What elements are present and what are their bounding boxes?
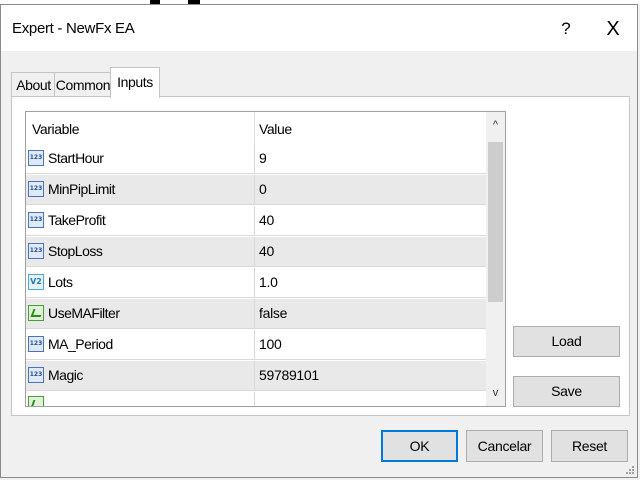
resize-grip-icon[interactable] [625,465,635,475]
close-button[interactable]: X [596,15,630,43]
table-row-partial[interactable] [26,392,486,406]
variable-name: Magic [48,367,83,383]
cell-divider [254,330,255,360]
scroll-up-button[interactable]: ^ [486,114,505,136]
variable-value[interactable]: false [259,305,287,321]
variable-value[interactable]: 9 [259,150,267,166]
int-icon: 123 [28,367,44,383]
scroll-thumb[interactable] [488,142,503,302]
cell-divider [254,206,255,236]
cell-divider [254,237,255,267]
variable-value[interactable]: 40 [259,212,274,228]
ok-button[interactable]: OK [381,430,458,462]
variable-name: MA_Period [48,336,113,352]
inputs-grid: Variable Value 123 StartHour 9 123 MinPi… [25,111,506,407]
cell-divider [254,268,255,298]
column-divider[interactable] [254,112,255,144]
tab-inputs[interactable]: Inputs [110,67,160,98]
cell-divider [254,175,255,205]
variable-value[interactable]: 40 [259,243,274,259]
int-icon: 123 [28,150,44,166]
table-row[interactable]: 123 MA_Period 100 [26,330,486,360]
variable-name: StopLoss [48,243,103,259]
reset-button[interactable]: Reset [551,430,628,462]
column-header-variable[interactable]: Variable [32,121,80,137]
scroll-down-button[interactable]: v [486,382,505,404]
vertical-scrollbar[interactable]: ^ v [486,112,505,406]
int-icon: 123 [28,212,44,228]
help-button[interactable]: ? [553,15,579,43]
save-button[interactable]: Save [513,376,620,407]
table-row[interactable]: 123 StopLoss 40 [26,237,486,267]
title-bar[interactable]: Expert - NewFx EA ? X [1,5,637,51]
variable-value[interactable]: 59789101 [259,367,319,383]
cell-divider [254,361,255,391]
variable-name: UseMAFilter [48,305,120,321]
variable-name: Lots [48,274,73,290]
variable-name: MinPipLimit [48,181,115,197]
window-title: Expert - NewFx EA [12,20,135,37]
variable-name: TakeProfit [48,212,106,228]
table-row[interactable]: 123 StartHour 9 [26,144,486,174]
cancel-button[interactable]: Cancelar [466,430,543,462]
int-icon: 123 [28,181,44,197]
cell-divider [254,144,255,174]
expert-dialog: Expert - NewFx EA ? X About Common Input… [0,4,638,478]
variable-value[interactable]: 0 [259,181,267,197]
bool-icon [28,305,44,321]
cell-divider [254,299,255,329]
cell-divider [254,392,255,406]
tab-common[interactable]: Common [54,72,112,97]
double-icon: V2 [28,274,44,290]
table-row[interactable]: V2 Lots 1.0 [26,268,486,298]
variable-value[interactable]: 1.0 [259,274,278,290]
table-row[interactable]: 123 Magic 59789101 [26,361,486,391]
inputs-panel: Variable Value 123 StartHour 9 123 MinPi… [11,96,630,416]
table-row[interactable]: 123 MinPipLimit 0 [26,175,486,205]
variable-value[interactable]: 100 [259,336,282,352]
variable-name: StartHour [48,150,104,166]
grid-header: Variable Value [26,112,486,144]
table-row[interactable]: 123 TakeProfit 40 [26,206,486,236]
load-button[interactable]: Load [513,326,620,357]
column-header-value[interactable]: Value [259,121,292,137]
bool-icon [28,396,44,406]
int-icon: 123 [28,243,44,259]
tab-about[interactable]: About [11,72,56,97]
table-row[interactable]: UseMAFilter false [26,299,486,329]
int-icon: 123 [28,336,44,352]
